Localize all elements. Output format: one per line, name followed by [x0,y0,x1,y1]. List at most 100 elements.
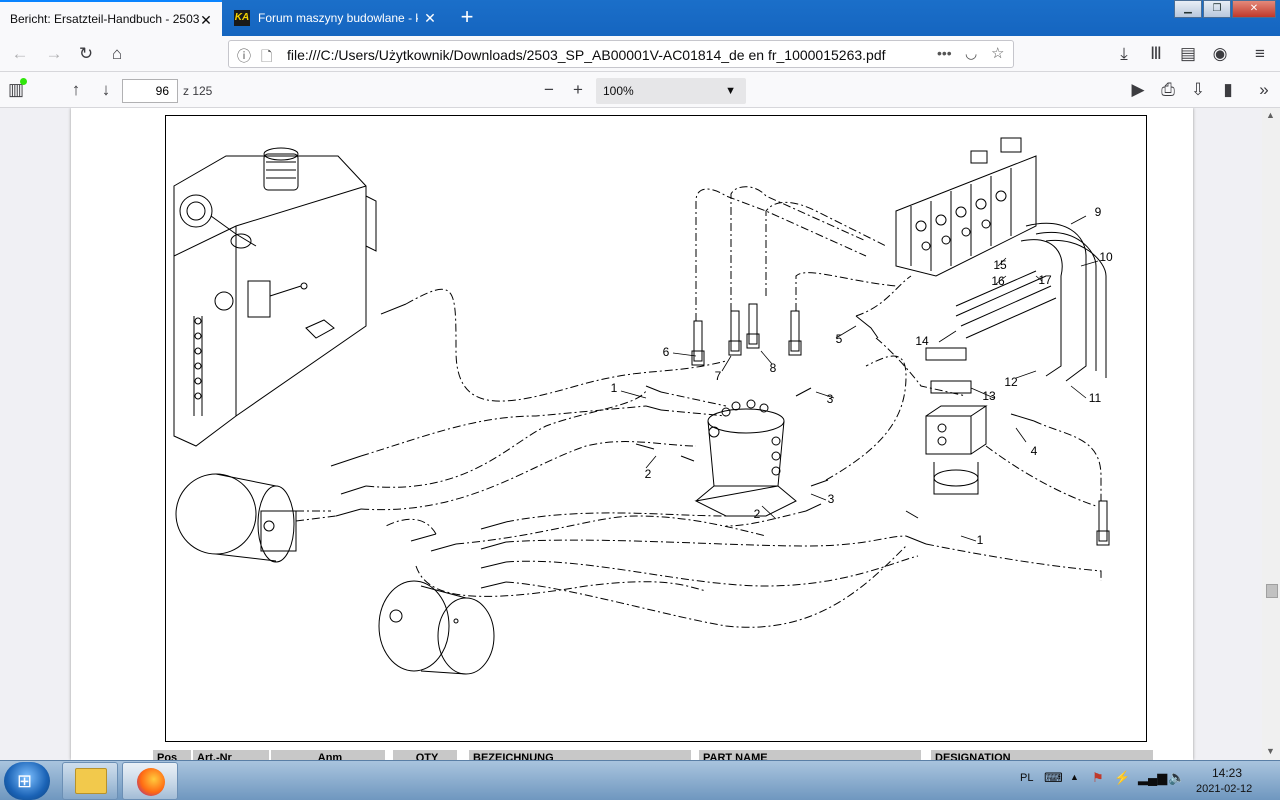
bookmark-star-icon[interactable]: ☆ [991,44,1004,62]
pdf-page: 1 1 2 2 3 3 4 5 6 7 8 9 10 11 12 13 14 1… [71,108,1193,760]
scroll-up-icon[interactable]: ▲ [1266,110,1275,120]
taskbar-firefox[interactable] [122,762,178,800]
page-number-input[interactable]: 96 [122,79,178,103]
callout-17: 17 [1038,273,1052,287]
callout-12: 12 [1004,375,1018,389]
bookmark-icon[interactable]: ▮ [1216,78,1240,102]
callout-1: 1 [611,381,618,395]
next-page-icon[interactable]: ↓ [94,78,118,102]
tools-chevron-icon[interactable]: » [1252,78,1276,102]
reload-icon[interactable]: ↻ [74,42,98,66]
callout-16: 16 [991,274,1005,288]
keyboard-icon[interactable]: ⌨ [1044,770,1063,786]
zoom-value: 100% [603,84,634,98]
callout-10: 10 [1099,250,1113,264]
zoom-in-icon[interactable]: + [566,78,590,102]
callout-3-lower: 3 [828,492,835,506]
control-valve-drawing [895,137,1037,277]
callout-8: 8 [770,361,777,375]
callout-11: 11 [1089,391,1102,405]
account-icon[interactable]: ◉ [1208,42,1232,66]
parts-table-header: Pos Art.-Nr Anm QTY BEZEICHNUNG PART NAM… [153,750,1153,760]
clock-date[interactable]: 2021-02-12 [1196,783,1252,795]
callout-15: 15 [993,258,1007,272]
hydraulic-tank-drawing [173,147,377,447]
callout-6: 6 [663,345,670,359]
maximize-window-button[interactable]: ❐ [1203,0,1231,18]
url-bar[interactable]: ⓘ 🗋 file:///C:/Users/Użytkownik/Download… [228,40,1014,68]
scrollbar-thumb[interactable] [1266,584,1278,598]
diagram-svg: 1 1 2 2 3 3 4 5 6 7 8 9 10 11 12 13 14 1… [173,137,1113,675]
close-tab-icon[interactable]: ✕ [198,12,214,28]
callout-4: 4 [1031,444,1038,458]
callout-2-lower: 2 [754,507,761,521]
taskbar-file-explorer[interactable] [62,762,118,800]
col-part-name: PART NAME [699,750,921,760]
col-bezeichnung: BEZEICHNUNG [469,750,691,760]
col-designation: DESIGNATION [931,750,1153,760]
firefox-icon [137,768,165,796]
callout-3: 3 [827,392,834,406]
print-icon[interactable]: ⎙ [1156,78,1180,102]
forward-arrow-icon[interactable]: → [42,42,66,66]
callout-2: 2 [645,467,652,481]
downloads-icon[interactable]: ⤓ [1112,42,1136,66]
volume-icon[interactable]: 🔈 [1168,769,1185,786]
more-actions-icon[interactable]: ••• [937,45,952,61]
presentation-mode-icon[interactable]: ▶ [1126,78,1150,102]
callout-5: 5 [836,332,843,346]
tab-forum[interactable]: KA Forum maszyny budowlane - k ✕ [224,0,446,36]
show-hidden-icons-icon[interactable]: ▲ [1070,772,1079,782]
library-icon[interactable]: Ⅲ [1144,42,1168,66]
callout-9: 9 [1095,205,1102,219]
pocket-icon[interactable]: ◡ [965,45,977,62]
action-center-icon[interactable]: ⚑ [1092,770,1104,786]
back-arrow-icon[interactable]: ← [8,42,32,66]
notification-dot-icon [20,78,27,85]
scroll-down-icon[interactable]: ▼ [1266,746,1275,756]
tab-bar: Bericht: Ersatzteil-Handbuch - 2503 ✕ KA… [0,0,1280,36]
close-tab-icon[interactable]: ✕ [422,10,438,26]
zoom-out-icon[interactable]: − [537,78,561,102]
travel-motor-left-drawing [175,473,297,563]
callout-14: 14 [915,334,929,348]
hydraulic-exploded-diagram: 1 1 2 2 3 3 4 5 6 7 8 9 10 11 12 13 14 1… [165,115,1147,742]
start-button[interactable]: ⊞ [4,762,50,800]
zoom-select[interactable]: 100% ▼ [596,78,746,104]
save-download-icon[interactable]: ⇩ [1186,78,1210,102]
col-anm: Anm [271,750,385,760]
home-icon[interactable]: ⌂ [105,42,129,66]
callout-1-lower: 1 [977,533,984,547]
travel-motor-right-drawing [378,580,495,675]
info-icon[interactable]: ⓘ [237,46,251,66]
pdf-viewer[interactable]: 1 1 2 2 3 3 4 5 6 7 8 9 10 11 12 13 14 1… [0,108,1262,760]
network-signal-icon[interactable]: ▂▄▆ [1138,770,1167,786]
tab-title: Forum maszyny budowlane - k [258,11,418,25]
file-page-icon: 🗋 [261,48,273,64]
vertical-scrollbar[interactable]: ▲ ▼ [1262,108,1280,760]
pdf-toolbar: ▥ ↑ ↓ 96 z 125 − + 100% ▼ ▶ ⎙ ⇩ ▮ » [0,72,1280,108]
clock-time[interactable]: 14:23 [1212,766,1242,780]
rotary-joint-drawing [694,399,797,517]
previous-page-icon[interactable]: ↑ [64,78,88,102]
new-tab-button[interactable]: + [455,6,479,30]
callout-7: 7 [715,369,722,383]
chevron-down-icon: ▼ [725,85,736,97]
navigation-bar: ← → ↻ ⌂ ⓘ 🗋 file:///C:/Users/Użytkownik/… [0,36,1280,72]
url-text: file:///C:/Users/Użytkownik/Downloads/25… [287,47,886,63]
col-art-nr: Art.-Nr [193,750,269,760]
language-indicator[interactable]: PL [1020,772,1033,784]
col-qty: QTY [393,750,457,760]
windows-logo-icon: ⊞ [17,771,33,791]
tab-title: Bericht: Ersatzteil-Handbuch - 2503 [10,12,200,26]
menu-hamburger-icon[interactable]: ≡ [1248,42,1272,66]
tab-ersatzteil-handbuch[interactable]: Bericht: Ersatzteil-Handbuch - 2503 ✕ [0,0,222,36]
callout-13: 13 [982,389,996,403]
minimize-window-button[interactable]: ▁ [1174,0,1202,18]
filter-block-drawing [925,405,988,495]
power-icon[interactable]: ⚡ [1114,770,1130,786]
sidebar-icon[interactable]: ▤ [1176,42,1200,66]
close-window-button[interactable]: ✕ [1232,0,1276,18]
page-count-label: z 125 [183,84,213,98]
folder-icon [75,768,107,794]
